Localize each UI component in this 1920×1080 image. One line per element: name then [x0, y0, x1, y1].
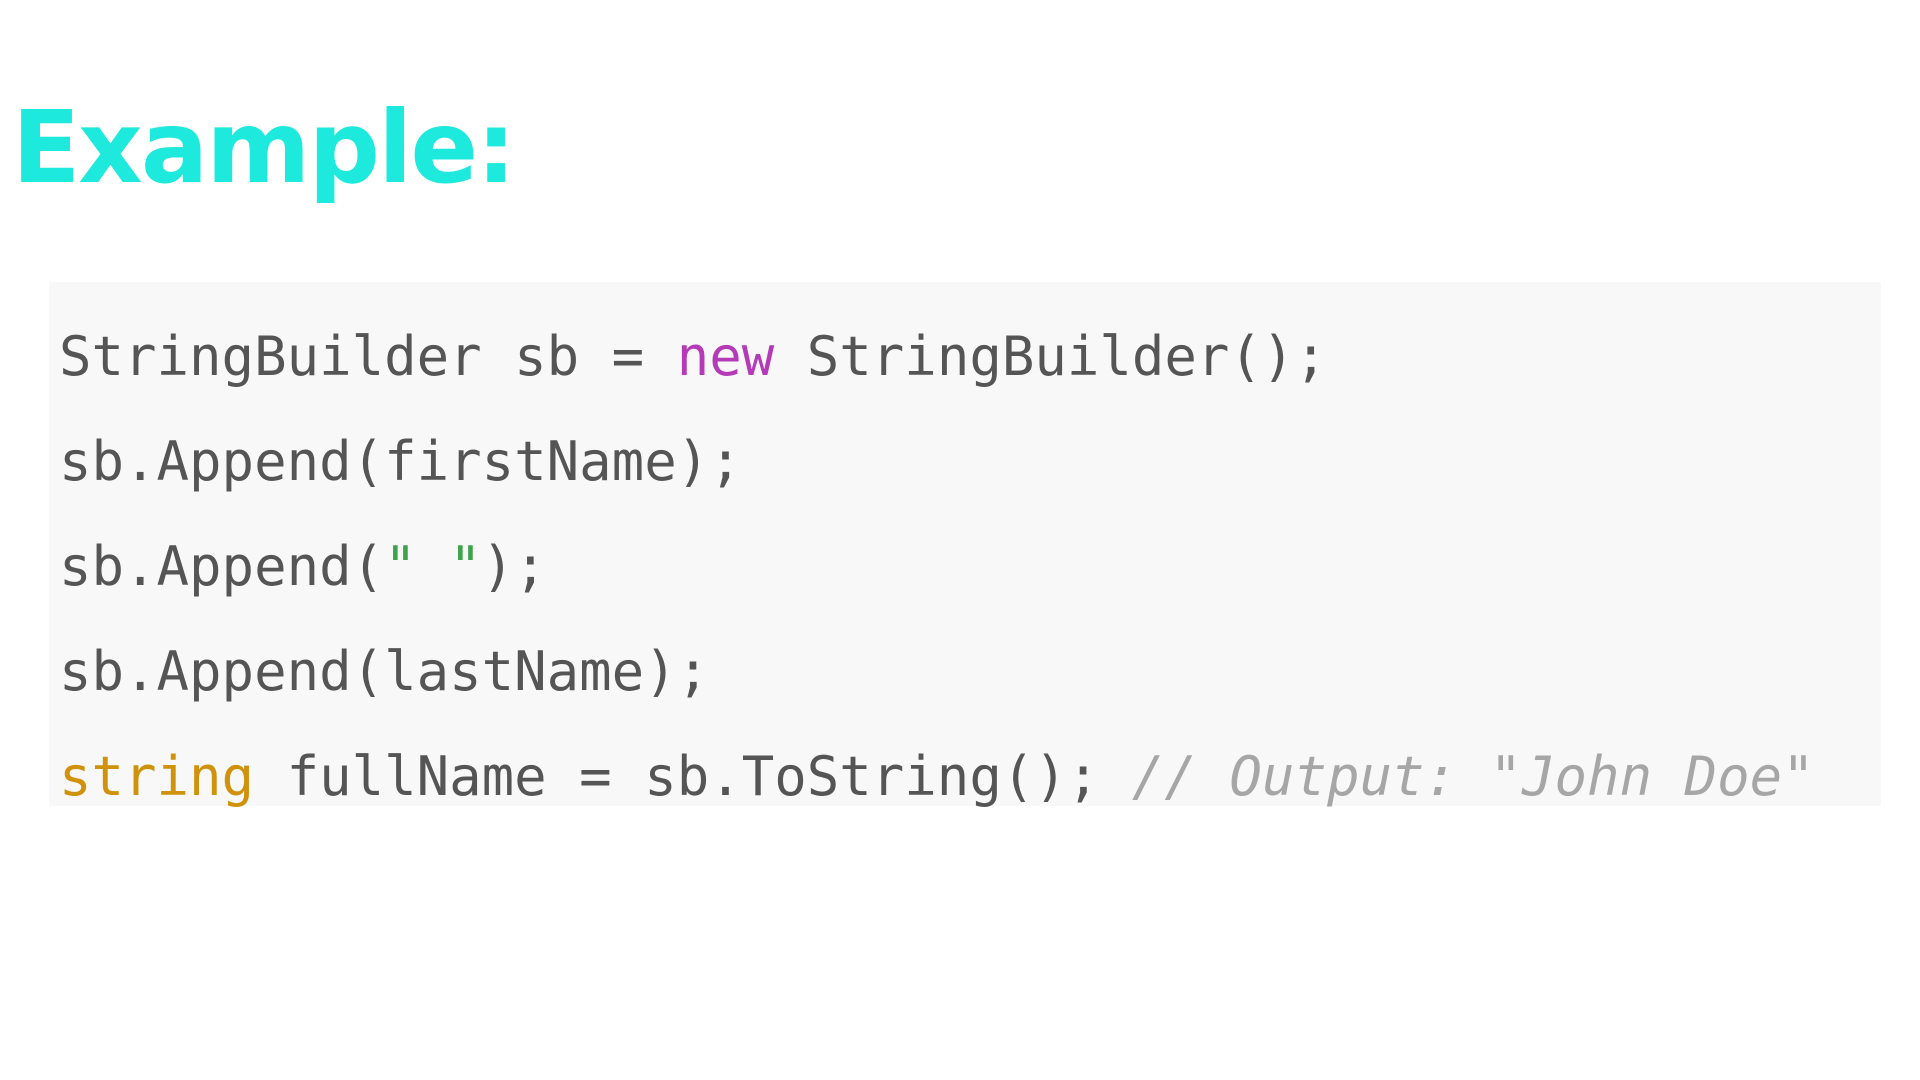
code-token-plain: sb.Append( — [59, 535, 385, 598]
page-title: Example: — [12, 89, 516, 206]
code-line: string fullName = sb.ToString(); // Outp… — [59, 724, 1881, 829]
slide: Example: StringBuilder sb = new StringBu… — [0, 0, 1920, 1080]
code-token-plain: fullName = sb.ToString(); — [254, 745, 1132, 808]
code-token-plain: sb.Append(lastName); — [59, 640, 710, 703]
code-token-keyword-type: string — [59, 745, 255, 808]
code-block: StringBuilder sb = new StringBuilder(); … — [49, 282, 1881, 808]
code-line: sb.Append(firstName); — [59, 409, 1881, 514]
code-token-plain: sb.Append(firstName); — [59, 430, 742, 493]
code-token-keyword-new: new — [676, 325, 775, 388]
code-token-comment: // Output: "John Doe" — [1131, 745, 1815, 808]
code-token-plain: ); — [481, 535, 547, 598]
code-line: StringBuilder sb = new StringBuilder(); — [59, 304, 1881, 409]
code-token-plain: StringBuilder sb = — [59, 325, 677, 388]
code-line: sb.Append(" "); — [59, 514, 1881, 619]
code-token-string: " " — [384, 535, 482, 598]
code-token-plain: StringBuilder(); — [774, 325, 1327, 388]
code-line: sb.Append(lastName); — [59, 619, 1881, 724]
